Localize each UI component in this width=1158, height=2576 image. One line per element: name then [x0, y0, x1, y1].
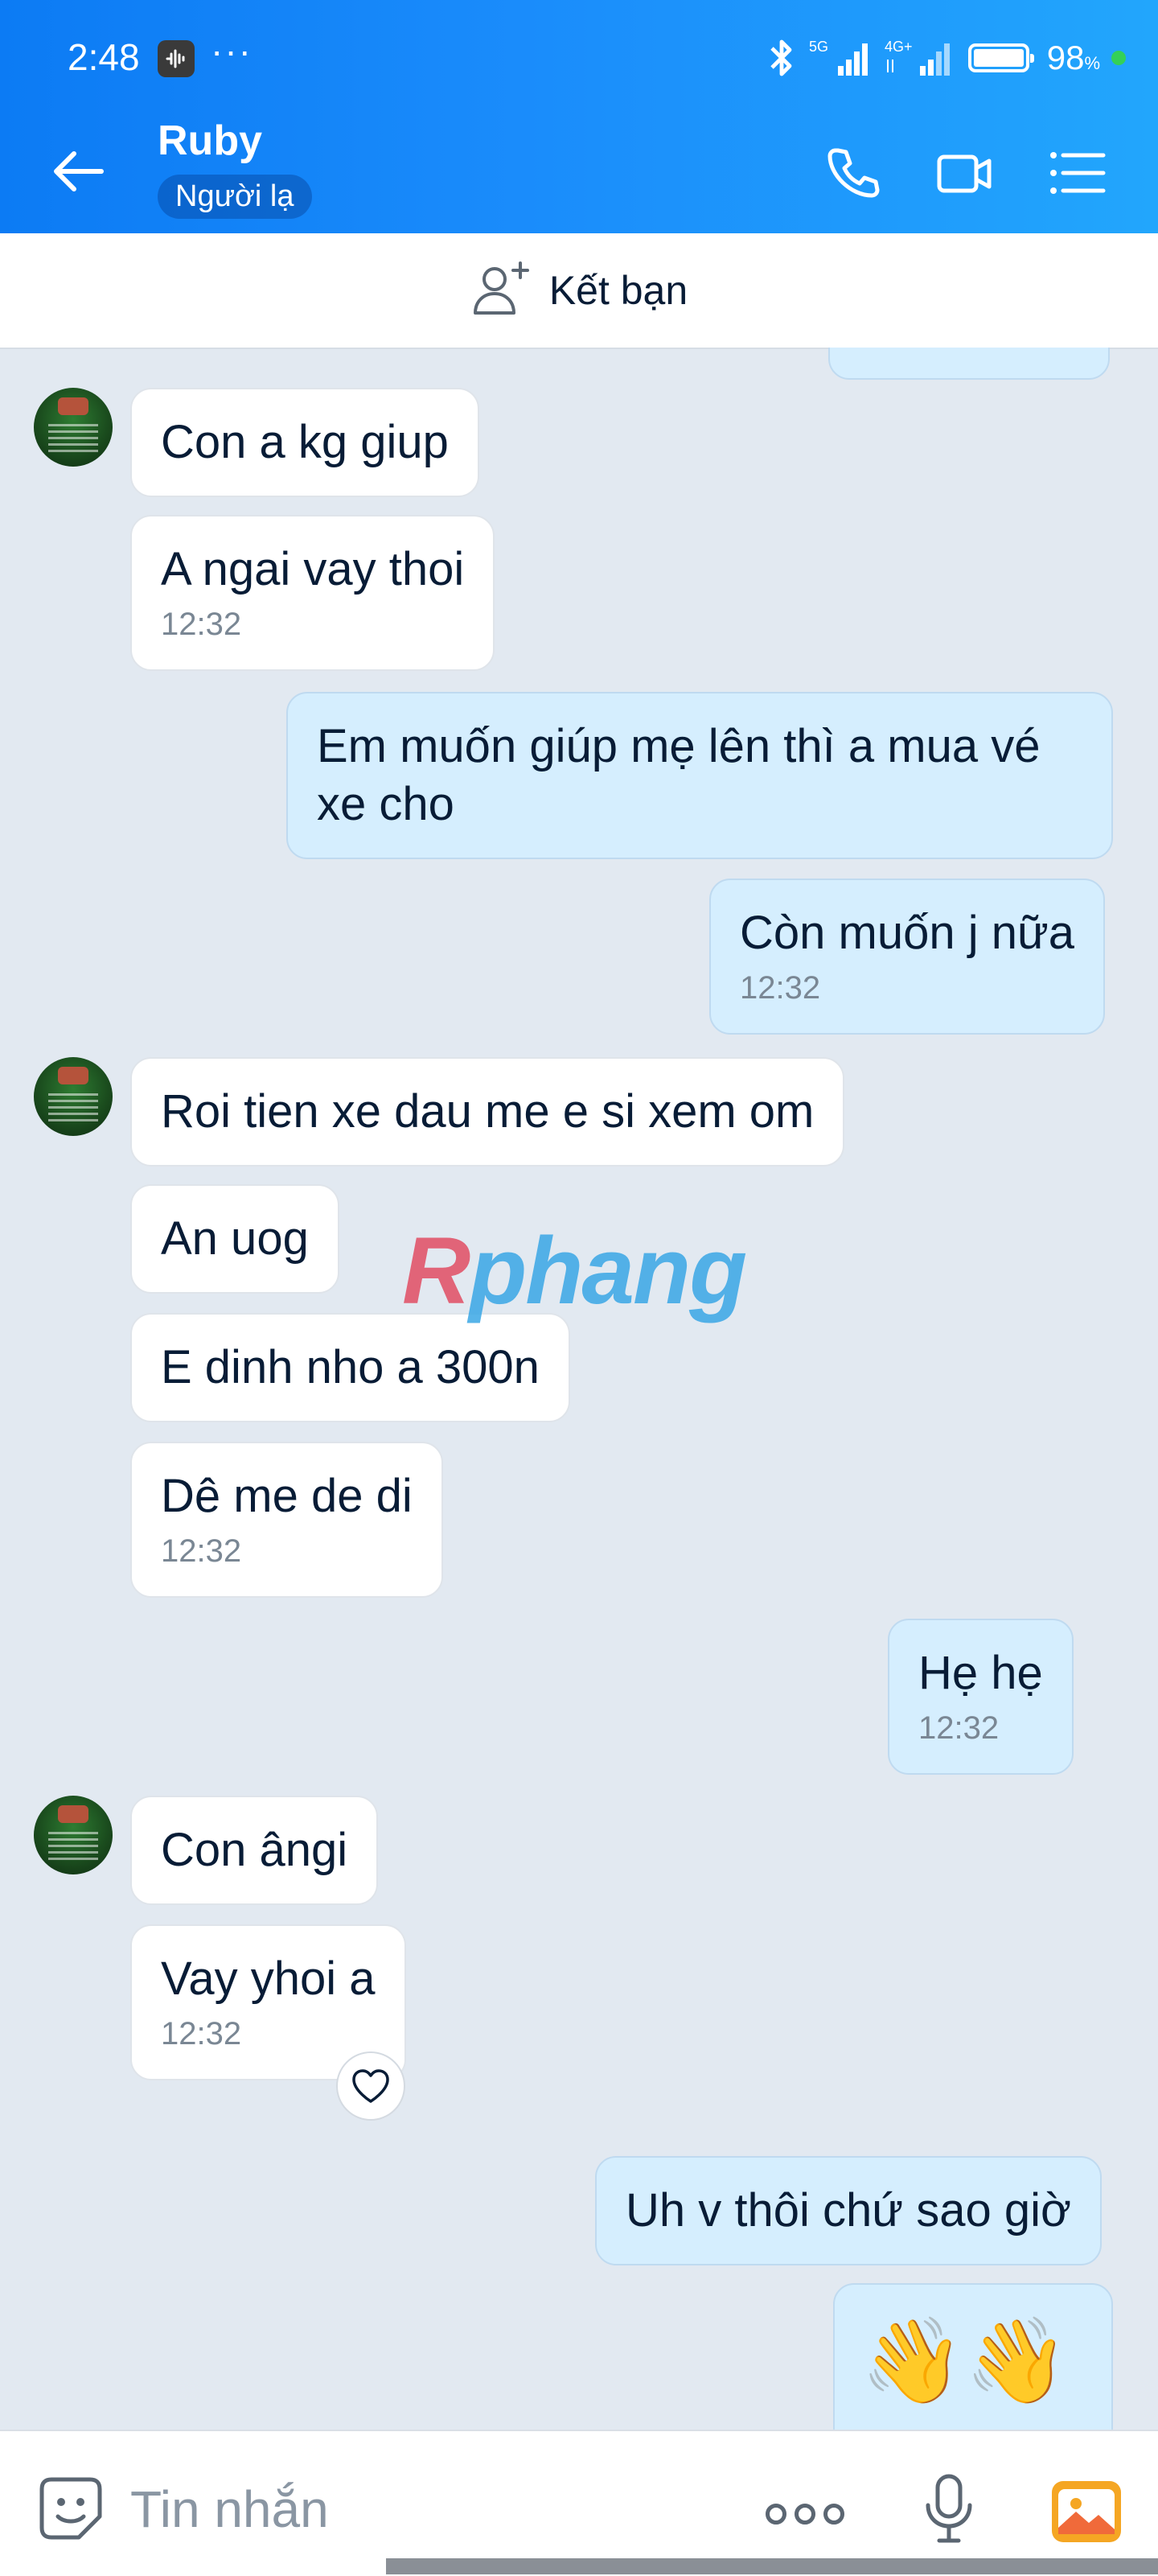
message-bubble-outgoing[interactable]: Uh v thôi chứ sao giờ [595, 2156, 1103, 2265]
status-indicators: 5G 4G+ 98% [766, 35, 1126, 80]
message-text: Em muốn giúp mẹ lên thì a mua vé xe cho [317, 720, 1041, 830]
back-arrow-icon[interactable] [48, 141, 109, 202]
message-text: Con ângi [161, 1824, 348, 1876]
message-bubble-incoming[interactable]: A ngai vay thoi 12:32 [130, 515, 495, 671]
signal-5g-icon: 5G [809, 39, 868, 76]
message-text: Vay yhoi a [161, 1953, 376, 2005]
add-friend-icon [473, 261, 529, 315]
status-time: 2:48 [68, 36, 140, 78]
message-bubble-incoming[interactable]: E dinh nho a 300n [130, 1313, 570, 1422]
contact-avatar[interactable] [34, 1057, 113, 1136]
video-call-icon[interactable] [933, 141, 997, 205]
message-composer [0, 2430, 1158, 2576]
contact-avatar[interactable] [34, 388, 113, 467]
stranger-badge: Người lạ [158, 175, 312, 219]
privacy-indicator-dot [1111, 51, 1126, 65]
contact-name[interactable]: Ruby [158, 117, 262, 165]
waving-hands-emoji: 👋👋 [860, 2315, 1069, 2408]
svg-text:5G: 5G [809, 39, 828, 55]
message-text: E dinh nho a 300n [161, 1341, 540, 1393]
message-text: Dê me de di [161, 1470, 413, 1522]
status-bar: 2:48 ··· 5G 4G+ 98% [0, 0, 1158, 117]
add-friend-button[interactable]: Kết bạn [0, 233, 1158, 349]
home-indicator [386, 2558, 1158, 2574]
message-text: Uh v thôi chứ sao giờ [626, 2184, 1072, 2237]
message-bubble-incoming[interactable]: Dê me de di 12:32 [130, 1442, 443, 1598]
phone-icon[interactable] [820, 141, 885, 205]
message-bubble-incoming[interactable]: Con a kg giup [130, 388, 479, 497]
image-gallery-icon[interactable] [1050, 2479, 1123, 2544]
menu-list-icon[interactable] [1045, 141, 1110, 205]
message-list[interactable]: Con a kg giup A ngai vay thoi 12:32 Em m… [0, 348, 1158, 2430]
more-notifications-icon: ··· [211, 30, 253, 72]
message-time: 12:32 [918, 1710, 1000, 1746]
message-time: 12:32 [161, 2016, 242, 2051]
voice-recorder-app-icon [158, 40, 195, 77]
heart-icon [352, 2069, 389, 2103]
watermark-logo: Rphang [402, 1218, 747, 1324]
svg-text:4G+: 4G+ [885, 39, 913, 55]
message-text: An uog [161, 1212, 309, 1265]
emoji-sticker-icon[interactable] [35, 2473, 106, 2544]
message-bubble-outgoing[interactable]: Em muốn giúp mẹ lên thì a mua vé xe cho [286, 692, 1113, 859]
message-input[interactable] [129, 2468, 743, 2550]
bluetooth-icon [770, 39, 792, 76]
contact-avatar[interactable] [34, 1796, 113, 1874]
chat-nav: Ruby Người lạ [0, 117, 1158, 233]
message-time: 12:32 [161, 607, 242, 642]
battery-icon [967, 43, 1034, 72]
message-bubble-outgoing[interactable]: Còn muốn j nữa 12:32 [709, 879, 1106, 1035]
message-text: Còn muốn j nữa [740, 907, 1075, 959]
message-text: Con a kg giup [161, 416, 449, 468]
add-friend-label: Kết bạn [548, 268, 688, 313]
message-text: Hẹ hẹ [918, 1647, 1043, 1699]
message-text: A ngai vay thoi [161, 543, 465, 595]
more-options-icon[interactable] [766, 2504, 844, 2525]
message-bubble-incoming[interactable]: Con ângi [130, 1796, 379, 1905]
message-bubble-emoji[interactable]: 👋👋 [833, 2283, 1113, 2430]
chat-header: 2:48 ··· 5G 4G+ 98% Ruby Người lạ [0, 0, 1158, 233]
react-heart-button[interactable] [336, 2051, 405, 2121]
message-bubble-incoming[interactable]: An uog [130, 1184, 339, 1294]
message-bubble-partial [828, 348, 1110, 380]
message-bubble-outgoing[interactable]: Hẹ hẹ 12:32 [888, 1619, 1074, 1775]
battery-percent: 98% [1046, 39, 1100, 76]
message-time: 12:32 [161, 1533, 242, 1569]
microphone-icon[interactable] [918, 2473, 979, 2544]
message-text: Roi tien xe dau me e si xem om [161, 1085, 815, 1138]
message-time: 12:32 [740, 970, 821, 1006]
signal-4g-icon: 4G+ [885, 39, 950, 76]
message-bubble-incoming[interactable]: Roi tien xe dau me e si xem om [130, 1057, 845, 1167]
